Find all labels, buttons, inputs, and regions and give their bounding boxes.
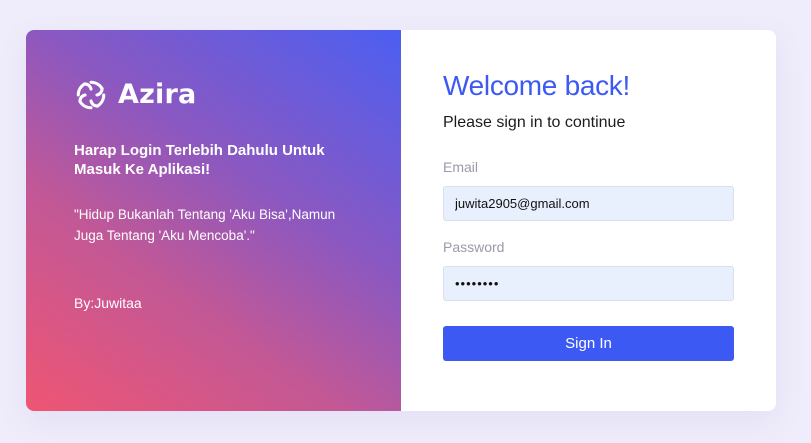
brand-name: Azira bbox=[118, 79, 197, 110]
page-subtitle: Please sign in to continue bbox=[443, 114, 626, 131]
email-field[interactable] bbox=[443, 186, 734, 221]
brand: Azira bbox=[74, 78, 196, 112]
sign-in-button[interactable]: Sign In bbox=[443, 326, 734, 361]
login-form-panel: Welcome back! Please sign in to continue… bbox=[401, 30, 776, 411]
password-label: Password bbox=[443, 239, 505, 255]
login-card: Azira Harap Login Terlebih Dahulu Untuk … bbox=[26, 30, 776, 411]
intro-headline: Harap Login Terlebih Dahulu Untuk Masuk … bbox=[74, 142, 325, 178]
intro-quote: "Hidup Bukanlah Tentang 'Aku Bisa',Namun… bbox=[74, 207, 336, 243]
swirl-logo-icon bbox=[76, 80, 106, 110]
page-title: Welcome back! bbox=[443, 70, 630, 101]
intro-panel: Azira Harap Login Terlebih Dahulu Untuk … bbox=[26, 30, 401, 411]
email-label: Email bbox=[443, 159, 479, 175]
intro-author: By:Juwitaa bbox=[74, 295, 142, 311]
password-field[interactable] bbox=[443, 266, 734, 301]
